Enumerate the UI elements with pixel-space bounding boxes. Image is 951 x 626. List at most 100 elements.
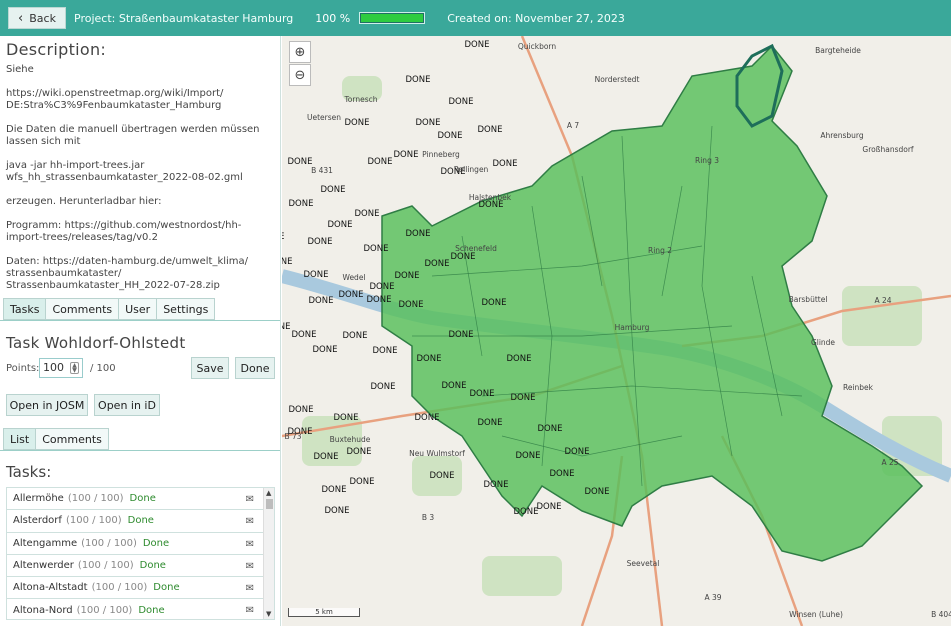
- place-label: A 7: [567, 121, 580, 130]
- task-status: Done: [138, 604, 165, 616]
- description-paragraph: Siehe: [6, 64, 34, 75]
- scroll-thumb[interactable]: [266, 499, 273, 509]
- done-label: DONE: [364, 244, 389, 254]
- done-label: DONE: [304, 270, 329, 280]
- place-label: Glinde: [811, 338, 835, 347]
- progress-fill: [361, 14, 424, 22]
- done-label: DONE: [339, 290, 364, 300]
- done-label: DONE: [406, 229, 431, 239]
- done-label: DONE: [516, 451, 541, 461]
- done-label: DONE: [313, 345, 338, 355]
- task-points: (100 / 100): [76, 604, 133, 616]
- task-row[interactable]: Allermöhe (100 / 100) Done ✉: [7, 488, 264, 511]
- done-label: DONE: [289, 199, 314, 209]
- description-paragraph: Die Daten die manuell übertragen werden …: [6, 124, 260, 147]
- task-list-scrollbar[interactable]: ▲ ▼: [263, 488, 274, 619]
- mail-icon[interactable]: ✉: [246, 605, 254, 616]
- done-label: DONE: [373, 346, 398, 356]
- place-label: Uetersen: [307, 113, 341, 122]
- woodland: [842, 286, 922, 346]
- task-rows: Allermöhe (100 / 100) Done ✉ Alsterdorf (100 …: [7, 488, 274, 619]
- done-label: DONE: [288, 157, 313, 167]
- done-label: DONE: [406, 75, 431, 85]
- done-button[interactable]: Done: [235, 357, 275, 379]
- done-label: DONE: [438, 131, 463, 141]
- done-label: DONE: [550, 469, 575, 479]
- back-button[interactable]: ‹ Back: [8, 7, 66, 29]
- place-label: Neu Wulmstorf: [409, 449, 465, 458]
- chevron-left-icon: ‹: [18, 10, 24, 26]
- description-paragraph: erzeugen. Herunterladbar hier:: [6, 196, 162, 207]
- task-points: (100 / 100): [91, 582, 148, 594]
- scroll-down-icon[interactable]: ▼: [266, 610, 271, 618]
- place-label: Barsbüttel: [789, 295, 828, 304]
- place-label: Ring 2: [648, 246, 672, 255]
- task-name: Altona-Altstadt: [13, 582, 88, 594]
- done-label: DONE: [282, 322, 290, 332]
- task-row[interactable]: Altona-Altstadt (100 / 100) Done ✉: [7, 577, 264, 600]
- zoom-out-button[interactable]: ⊖: [289, 64, 311, 86]
- done-label: DONE: [514, 507, 539, 517]
- project-title: Project: Straßenbaumkataster Hamburg: [74, 11, 294, 25]
- task-points: (100 / 100): [77, 560, 134, 572]
- woodland: [482, 556, 562, 596]
- tasks-title: Tasks:: [6, 463, 52, 481]
- place-label: A 39: [704, 593, 721, 602]
- mail-icon[interactable]: ✉: [246, 494, 254, 505]
- zoom-in-button[interactable]: ⊕: [289, 41, 311, 63]
- mail-icon[interactable]: ✉: [246, 516, 254, 527]
- task-status: Done: [139, 560, 166, 572]
- mail-icon[interactable]: ✉: [246, 583, 254, 594]
- tab-task-comments[interactable]: Comments: [35, 428, 109, 450]
- done-label: DONE: [493, 159, 518, 169]
- done-label: DONE: [368, 157, 393, 167]
- done-label: DONE: [449, 97, 474, 107]
- done-label: DONE: [511, 393, 536, 403]
- place-label: Hamburg: [615, 323, 650, 332]
- done-label: DONE: [430, 471, 455, 481]
- task-row[interactable]: Altengamme (100 / 100) Done ✉: [7, 533, 264, 555]
- save-button[interactable]: Save: [191, 357, 229, 379]
- done-label: DONE: [416, 118, 441, 128]
- left-panel: Description: Siehe https://wiki.openstree…: [0, 36, 281, 626]
- task-name: Allermöhe: [13, 493, 64, 505]
- done-label: DONE: [449, 330, 474, 340]
- map[interactable]: DONE DONE DONE DONE DONE DONE DONE DONE DONE DONE…: [282, 36, 951, 626]
- place-label: Halstenbek: [469, 193, 512, 202]
- done-label: DONE: [334, 413, 359, 423]
- task-list[interactable]: Allermöhe (100 / 100) Done ✉ Alsterdorf (100 …: [6, 487, 275, 620]
- tab-tasks[interactable]: Tasks: [3, 298, 47, 320]
- task-row[interactable]: Altona-Nord (100 / 100) Done ✉: [7, 599, 264, 619]
- place-label: Wedel: [342, 273, 365, 282]
- done-label: DONE: [415, 413, 440, 423]
- mail-icon[interactable]: ✉: [246, 561, 254, 572]
- open-josm-button[interactable]: Open in JOSM: [6, 394, 88, 416]
- tab-user[interactable]: User: [118, 298, 158, 320]
- done-label: DONE: [394, 150, 419, 160]
- place-label: Schenefeld: [455, 244, 497, 253]
- task-row[interactable]: Alsterdorf (100 / 100) Done ✉: [7, 510, 264, 533]
- task-status: Done: [129, 493, 156, 505]
- description-paragraph: Programm: https://github.com/westnordost…: [6, 220, 242, 243]
- done-label: DONE: [371, 382, 396, 392]
- tab-comments[interactable]: Comments: [45, 298, 120, 320]
- scroll-up-icon[interactable]: ▲: [266, 489, 271, 497]
- place-label: Pinneberg: [422, 150, 460, 159]
- description-paragraph: java -jar hh-import-trees.jar wfs_hh_str…: [6, 160, 243, 183]
- points-max: / 100: [90, 363, 116, 374]
- done-label: DONE: [355, 209, 380, 219]
- done-label: DONE: [282, 232, 284, 242]
- description-paragraph: https://wiki.openstreetmap.org/wiki/Impo…: [6, 88, 224, 111]
- points-value: 100: [43, 361, 64, 374]
- open-id-button[interactable]: Open in iD: [94, 394, 160, 416]
- map-scale: 5 km: [288, 608, 360, 617]
- tab-list[interactable]: List: [3, 428, 37, 450]
- mail-icon[interactable]: ✉: [246, 539, 254, 550]
- spinner-icon[interactable]: ▲ ▼: [70, 362, 79, 374]
- points-input[interactable]: 100 ▲ ▼: [39, 358, 83, 378]
- task-status: Done: [153, 582, 180, 594]
- task-row[interactable]: Altenwerder (100 / 100) Done ✉: [7, 555, 264, 578]
- progress-bar: [359, 12, 426, 24]
- done-label: DONE: [451, 252, 476, 262]
- tab-settings[interactable]: Settings: [156, 298, 216, 320]
